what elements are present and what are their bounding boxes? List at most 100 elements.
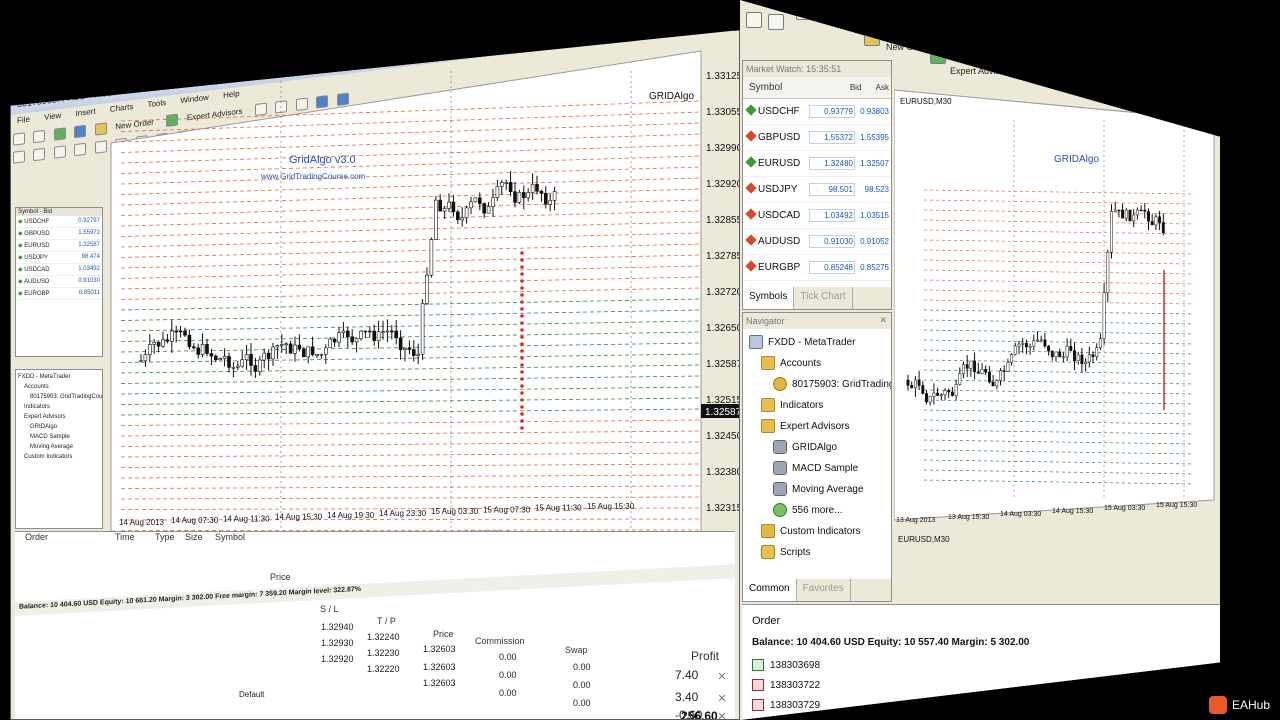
market-watch-row[interactable]: AUDUSD 0.91030 0.91052	[743, 229, 891, 255]
market-watch-row[interactable]: GBPUSD 1.55372 1.55395	[743, 125, 891, 151]
market-watch-icon[interactable]	[53, 127, 66, 141]
chart-tab[interactable]: EURUSD,M30	[898, 535, 950, 544]
left-mw-row[interactable]: EURUSD1.32587	[16, 240, 102, 252]
col-size[interactable]: Size	[185, 532, 203, 542]
candle-body	[394, 330, 399, 339]
navigator-item[interactable]: Scripts	[761, 545, 811, 559]
right-order-row[interactable]: 138303698	[752, 659, 820, 671]
grid-close-marker	[520, 391, 524, 395]
left-nav-item[interactable]: Indicators	[18, 402, 100, 412]
ea-icon	[773, 440, 787, 454]
row3-sl: 1.32920	[321, 654, 354, 664]
close-order-icon[interactable]: ✕	[715, 670, 729, 684]
line-chart-icon[interactable]	[840, 8, 856, 24]
market-watch-row[interactable]: EURGBP 0.85248 0.85275	[743, 255, 891, 281]
candle-body	[526, 192, 531, 199]
tab-favorites[interactable]: Favorites	[797, 579, 851, 601]
left-mw-row[interactable]: USDCHF0.92797	[16, 216, 102, 228]
left-nav-item[interactable]: GRIDAlgo	[18, 422, 100, 432]
candle-body	[928, 396, 932, 403]
candle-body	[178, 330, 183, 333]
menu-view[interactable]: View	[44, 111, 61, 122]
right-col-order[interactable]: Order	[752, 615, 780, 627]
left-mw-row[interactable]: USDJPY98.474	[16, 252, 102, 264]
left-nav-item[interactable]: 80175903: GridTradingCourse.com	[18, 392, 102, 402]
left-mw-row[interactable]: USDCAD1.03492	[16, 264, 102, 276]
grid-close-marker	[520, 335, 524, 339]
tab-symbols[interactable]: Symbols	[743, 287, 795, 309]
col-profit[interactable]: Profit	[691, 649, 719, 663]
menu-file[interactable]: File	[17, 115, 30, 126]
candle-body	[1117, 209, 1121, 212]
crosshair-icon[interactable]	[33, 147, 46, 162]
new-chart-icon[interactable]	[13, 132, 25, 146]
col-swap[interactable]: Swap	[565, 645, 588, 655]
candle-body	[152, 342, 157, 345]
candle-chart-icon[interactable]	[818, 6, 834, 22]
navigator-item[interactable]: 80175903: GridTradingCourse.com	[773, 377, 891, 391]
bar-chart-icon[interactable]	[796, 4, 812, 20]
navigator-item[interactable]: Expert Advisors	[761, 419, 849, 433]
ea-badge: GRIDAlgo	[649, 91, 694, 102]
col-symbol[interactable]: Symbol	[743, 82, 822, 93]
left-mw-row[interactable]: EURGBP0.85011	[16, 288, 102, 300]
profiles-icon[interactable]	[33, 129, 46, 144]
market-watch-row[interactable]: USDCHF 0.93779 0.93803	[743, 99, 891, 125]
tab-common[interactable]: Common	[743, 579, 797, 601]
left-nav-item[interactable]: FXDD - MetaTrader	[18, 372, 100, 382]
right-metatrader-window: New Order Expert Advisors Market Watch: …	[740, 0, 1220, 720]
close-order-icon[interactable]: ✕	[715, 692, 729, 706]
expert-advisors-icon[interactable]	[930, 48, 946, 64]
right-expert-advisors-button[interactable]: Expert Advisors	[950, 66, 1013, 76]
cursor-icon[interactable]	[746, 12, 762, 28]
candle-body	[491, 197, 495, 207]
menu-insert[interactable]: Insert	[76, 107, 96, 118]
col-time[interactable]: Time	[115, 532, 135, 542]
cursor-icon[interactable]	[13, 150, 25, 164]
left-mw-row[interactable]: AUDUSD0.91030	[16, 276, 102, 288]
navigator-item[interactable]: Custom Indicators	[761, 524, 861, 538]
navigator-icon[interactable]	[74, 124, 87, 139]
col-tp[interactable]: T / P	[377, 616, 396, 626]
crosshair-icon[interactable]	[768, 14, 784, 30]
horizontal-line-icon[interactable]	[74, 142, 87, 157]
left-nav-item[interactable]: Expert Advisors	[18, 412, 100, 422]
left-nav-item[interactable]: Custom Indicators	[18, 452, 100, 462]
right-price-chart[interactable]: EURUSD,M30 GRIDAlgo 13 Aug 2013 13 Aug 15:3…	[894, 80, 1220, 550]
market-watch-row[interactable]: EURUSD 1.32480 1.32507	[743, 151, 891, 177]
left-nav-item[interactable]: MACD Sample	[18, 432, 100, 442]
navigator-item[interactable]: 556 more...	[773, 503, 843, 517]
navigator-item[interactable]: FXDD - MetaTrader	[749, 335, 855, 349]
navigator-item[interactable]: GRIDAlgo	[773, 440, 837, 454]
new-order-icon[interactable]	[864, 30, 880, 46]
left-nav-item[interactable]: Accounts	[18, 382, 100, 392]
col-price2[interactable]: Price	[433, 629, 454, 639]
grid-close-marker	[520, 265, 524, 269]
market-watch-row[interactable]: USDCAD 1.03492 1.03515	[743, 203, 891, 229]
right-order-row[interactable]: 138303722	[752, 679, 820, 691]
col-price[interactable]: Price	[270, 572, 291, 582]
navigator-item[interactable]: MACD Sample	[773, 461, 858, 475]
left-price-chart[interactable]: 1.33125 1.33055 1.32990 1.32920 1.32855 1.327…	[101, 31, 740, 591]
vertical-line-icon[interactable]	[53, 145, 66, 159]
col-type[interactable]: Type	[155, 532, 175, 542]
navigator-item[interactable]: Accounts	[761, 356, 821, 370]
bid-cell: 1.55372	[809, 131, 855, 144]
right-order-row[interactable]: 138303729	[752, 699, 820, 711]
left-nav-item[interactable]: Moving Average	[18, 442, 100, 452]
navigator-item[interactable]: Moving Average	[773, 482, 864, 496]
market-watch-row[interactable]: USDJPY 98.501 98.523	[743, 177, 891, 203]
close-icon[interactable]: ✕	[879, 315, 887, 326]
col-order[interactable]: Order	[25, 532, 48, 542]
col-sl[interactable]: S / L	[320, 604, 339, 614]
candle-body	[1054, 351, 1058, 357]
left-mw-row[interactable]: GBPUSD1.55972	[16, 228, 102, 240]
price-axis-label: 1.32315	[706, 503, 740, 514]
right-new-order-button[interactable]: New Order	[886, 42, 930, 52]
col-ask[interactable]: Ask	[861, 83, 891, 92]
navigator-item[interactable]: Indicators	[761, 398, 823, 412]
col-symbol[interactable]: Symbol	[215, 532, 245, 542]
col-bid[interactable]: Bid	[822, 83, 862, 92]
tab-tick-chart[interactable]: Tick Chart	[794, 287, 853, 309]
col-commission[interactable]: Commission	[475, 636, 525, 646]
